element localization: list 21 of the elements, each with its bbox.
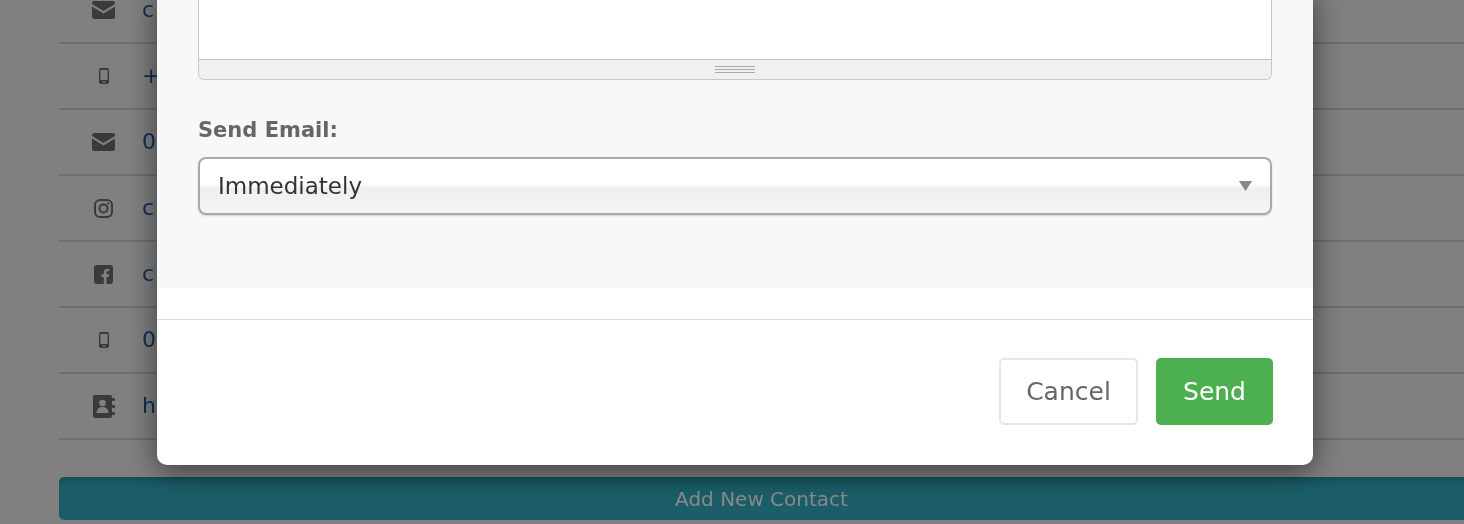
envelope-icon <box>92 133 115 151</box>
cancel-button[interactable]: Cancel <box>999 358 1138 425</box>
field-label: Send Email: <box>198 117 339 144</box>
message-field[interactable] <box>198 0 1272 80</box>
send-email-dropdown[interactable]: Immediately <box>198 157 1272 215</box>
camera-icon <box>94 198 113 218</box>
contact-value[interactable]: h <box>142 395 156 417</box>
resize-grip-icon[interactable] <box>715 66 755 73</box>
contact-value[interactable]: 0 <box>142 329 156 351</box>
contact-value[interactable]: c <box>142 197 155 219</box>
contact-value[interactable]: + <box>142 65 161 87</box>
contact-value[interactable]: c <box>142 0 155 21</box>
contact-value[interactable]: 0 <box>142 131 156 153</box>
phone-icon <box>98 332 109 348</box>
phone-icon <box>98 68 109 84</box>
dropdown-arrow-icon <box>1239 181 1252 191</box>
send-button[interactable]: Send <box>1156 358 1273 425</box>
envelope-icon <box>92 1 115 19</box>
add-contact-button[interactable]: Add New Contact <box>59 477 1464 520</box>
contact-book-icon <box>92 394 115 418</box>
contact-value[interactable]: c <box>142 263 155 285</box>
